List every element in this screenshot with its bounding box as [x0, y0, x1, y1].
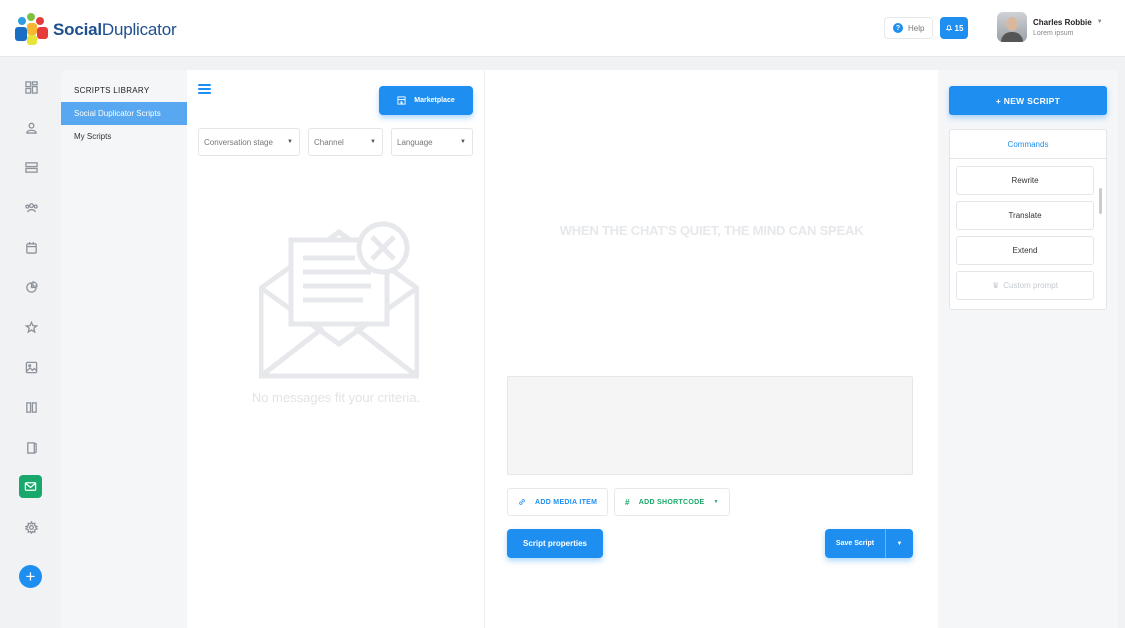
crown-icon: ♛ — [992, 281, 1000, 290]
commands-panel: Commands Rewrite Translate Extend ♛ Cust… — [949, 129, 1107, 310]
book-icon[interactable] — [24, 440, 38, 454]
language-label: Language — [397, 137, 433, 147]
script-properties-button[interactable]: Script properties — [507, 529, 603, 558]
empty-state-text: No messages fit your criteria. — [251, 390, 421, 405]
script-list-panel: Marketplace Conversation stage ▼ Channel ▼… — [187, 70, 485, 628]
add-shortcode-button[interactable]: # ADD SHORTCODE ▼ — [614, 488, 730, 516]
notifications-button[interactable]: 15 — [940, 17, 968, 39]
channel-select[interactable]: Channel ▼ — [308, 128, 383, 156]
dashboard-icon[interactable] — [24, 80, 38, 94]
user-icon[interactable] — [24, 120, 38, 134]
help-label: Help — [908, 23, 925, 33]
caret-down-icon: ▼ — [713, 499, 719, 505]
logo-mark-icon — [14, 13, 50, 47]
hash-icon: # — [625, 497, 630, 507]
user-subtitle: Lorem ipsum — [1033, 29, 1074, 37]
plus-icon[interactable]: + — [19, 565, 42, 588]
analytics-icon[interactable] — [24, 280, 38, 294]
columns-icon[interactable] — [24, 400, 38, 414]
chevron-down-icon: ▼ — [1096, 19, 1103, 25]
script-editor: WHEN THE CHAT'S QUIET, THE MIND CAN SPEA… — [485, 70, 938, 628]
image-icon[interactable] — [24, 360, 38, 374]
notifications-count: 15 — [954, 23, 964, 33]
library-item-social-duplicator-scripts[interactable]: Social Duplicator Scripts — [61, 102, 187, 125]
language-select[interactable]: Language ▼ — [391, 128, 473, 156]
conversation-stage-label: Conversation stage — [204, 137, 273, 147]
top-bar: SocialDuplicator ? Help 15 Charles Robbi… — [0, 0, 1125, 57]
commands-scrollbar[interactable] — [1099, 188, 1102, 214]
list-icon[interactable] — [24, 160, 38, 174]
editor-placeholder-quote: WHEN THE CHAT'S QUIET, THE MIND CAN SPEA… — [559, 223, 864, 238]
custom-prompt-label: Custom prompt — [1003, 281, 1058, 290]
empty-mail-illustration-icon — [259, 221, 419, 379]
add-media-item-label: ADD MEDIA ITEM — [535, 498, 598, 506]
mail-icon[interactable] — [19, 475, 42, 498]
library-title: SCRIPTS LIBRARY — [74, 86, 150, 95]
extend-button[interactable]: Extend — [956, 236, 1094, 265]
library-item-my-scripts[interactable]: My Scripts — [61, 125, 187, 148]
save-script-button[interactable]: Save Script — [825, 529, 885, 558]
user-name: Charles Robbie — [1033, 17, 1092, 27]
right-panel: + NEW SCRIPT Commands Rewrite Translate … — [938, 70, 1118, 628]
main-content: SCRIPTS LIBRARY Social Duplicator Script… — [61, 70, 1118, 628]
team-icon[interactable] — [24, 200, 38, 214]
save-options-dropdown-icon[interactable]: ▼ — [885, 529, 913, 558]
user-menu[interactable]: Charles Robbie ▼ Lorem ipsum — [997, 12, 1103, 42]
calendar-icon[interactable] — [24, 240, 38, 254]
conversation-stage-select[interactable]: Conversation stage ▼ — [198, 128, 300, 156]
add-media-item-button[interactable]: ADD MEDIA ITEM — [507, 488, 609, 516]
logo[interactable]: SocialDuplicator — [14, 13, 177, 47]
caret-down-icon: ▼ — [460, 139, 466, 145]
caret-down-icon: ▼ — [370, 139, 376, 145]
side-nav: + — [0, 58, 61, 628]
marketplace-button[interactable]: Marketplace — [379, 86, 473, 115]
new-script-button[interactable]: + NEW SCRIPT — [949, 86, 1107, 115]
hamburger-menu-icon[interactable] — [198, 84, 211, 94]
translate-button[interactable]: Translate — [956, 201, 1094, 230]
settings-icon[interactable] — [24, 520, 38, 534]
custom-prompt-button[interactable]: ♛ Custom prompt — [956, 271, 1094, 300]
avatar — [997, 12, 1027, 42]
caret-down-icon: ▼ — [287, 139, 293, 145]
help-icon: ? — [893, 23, 903, 33]
channel-label: Channel — [314, 137, 344, 147]
add-shortcode-label: ADD SHORTCODE — [638, 498, 705, 506]
save-script-group: Save Script ▼ — [825, 529, 913, 558]
script-textarea[interactable] — [507, 376, 913, 475]
help-button[interactable]: ? Help — [884, 17, 934, 39]
scripts-library: SCRIPTS LIBRARY Social Duplicator Script… — [61, 70, 187, 628]
logo-text: SocialDuplicator — [53, 20, 177, 39]
link-icon — [519, 499, 525, 505]
tab-commands[interactable]: Commands — [950, 130, 1106, 159]
marketplace-label: Marketplace — [414, 97, 455, 104]
store-icon — [397, 96, 406, 105]
rewrite-button[interactable]: Rewrite — [956, 166, 1094, 195]
star-icon[interactable] — [24, 320, 38, 334]
bell-icon — [945, 25, 952, 32]
